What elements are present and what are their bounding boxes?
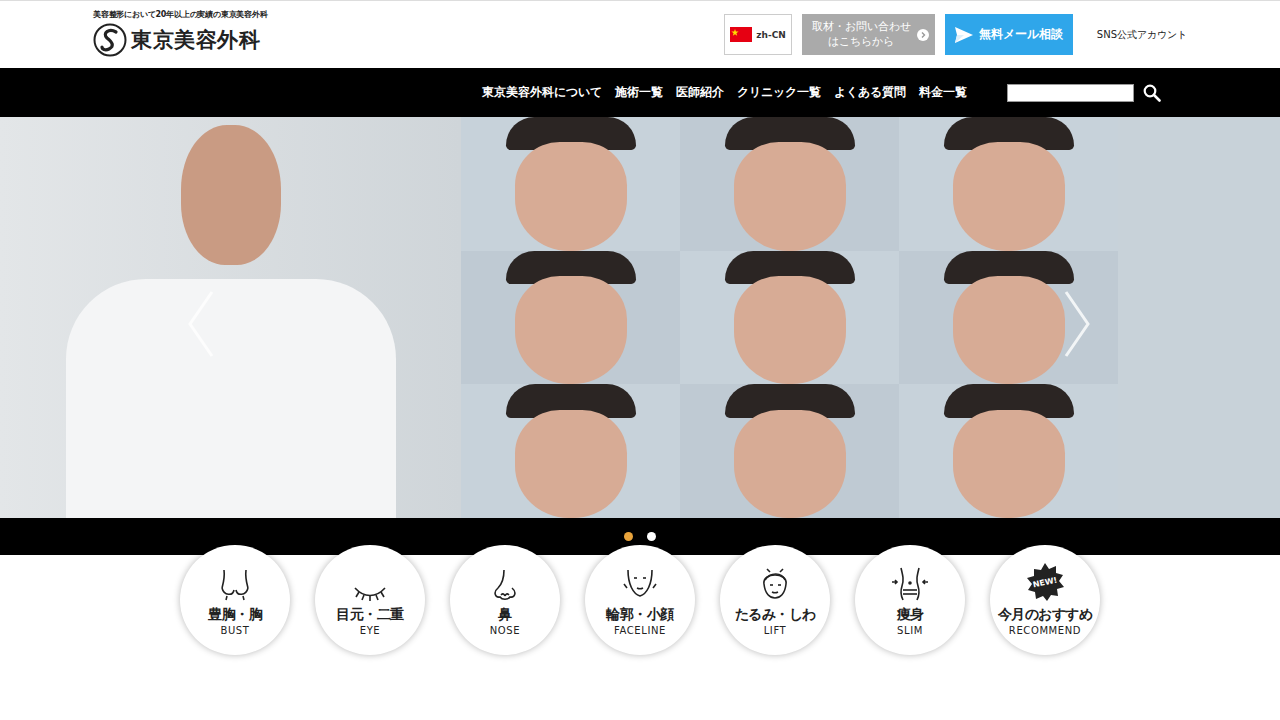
category-sub: EYE [360,625,381,636]
brand[interactable]: 美容整形において20年以上の実績の東京美容外科 東京美容外科 [93,13,268,57]
press-contact-button[interactable]: 取材・お問い合わせはこちらから [802,14,935,55]
hero-photo-grid [461,117,1118,518]
category-button[interactable]: 輪郭・小顔 FACELINE [585,545,695,655]
nav-item[interactable]: 東京美容外科について [482,84,602,101]
category-button[interactable]: NEW! 今月のおすすめ RECOMMEND [990,545,1100,655]
hero-photo-tile [899,384,1118,518]
category-label: 目元・二重 [336,606,404,624]
nav-item[interactable]: 料金一覧 [919,84,967,101]
hero-photo-tile [680,117,899,251]
category-sub: NOSE [490,625,520,636]
prev-arrow-icon[interactable] [186,290,216,358]
category-sub: RECOMMEND [1009,625,1081,636]
new-badge: NEW! [1021,558,1068,605]
hero-photo-tile [899,117,1118,251]
category-label: たるみ・しわ [735,606,816,624]
eyelash-icon [352,578,388,602]
arrow-circle-icon [917,29,929,41]
next-arrow-icon[interactable] [1062,290,1092,358]
carousel-dot[interactable] [647,532,656,541]
china-flag-icon [730,27,752,42]
hero-photo [0,117,461,518]
language-button[interactable]: zh-CN [724,14,792,55]
tagline: 美容整形において20年以上の実績の東京美容外科 [93,9,268,20]
category-label: 豊胸・胸 [208,606,262,624]
logo: 東京美容外科 [131,26,260,54]
logo-icon [93,23,127,57]
category-sub: LIFT [764,625,787,636]
page: 美容整形において20年以上の実績の東京美容外科 東京美容外科 zh-CN 取材・… [0,0,1280,720]
sns-link[interactable]: SNS公式アカウント [1097,28,1187,42]
hero-photo-tile [680,384,899,518]
hero-photo-tile [461,251,680,385]
nav-item[interactable]: クリニック一覧 [737,84,821,101]
nav-item[interactable]: よくある質問 [834,84,906,101]
category-sub: BUST [220,625,249,636]
carousel-dot[interactable] [624,532,633,541]
hero-photo-tile [680,251,899,385]
header: 美容整形において20年以上の実績の東京美容外科 東京美容外科 zh-CN 取材・… [0,0,1280,68]
category-list: 豊胸・胸 BUST 目元・二重 EYE 鼻 NOSE 輪郭・小顔 FACELIN… [0,545,1280,655]
category-sub: SLIM [897,625,923,636]
hero-carousel [0,117,1280,518]
lift-face-icon [758,566,792,602]
hero-photo-tile [461,384,680,518]
paper-plane-icon [955,27,973,43]
category-button[interactable]: 鼻 NOSE [450,545,560,655]
category-label: 痩身 [897,606,924,624]
nav-item[interactable]: 施術一覧 [615,84,663,101]
search [1007,84,1161,102]
nav-item[interactable]: 医師紹介 [676,84,724,101]
faceline-icon [623,568,657,602]
category-button[interactable]: たるみ・しわ LIFT [720,545,830,655]
mail-consult-button[interactable]: 無料メール相談 [945,14,1073,55]
hero-photo-tile [461,117,680,251]
slim-waist-icon [891,566,929,602]
search-icon[interactable] [1143,84,1161,102]
category-label: 輪郭・小顔 [606,606,674,624]
search-input[interactable] [1007,84,1134,102]
category-label: 今月のおすすめ [998,606,1093,624]
category-button[interactable]: 目元・二重 EYE [315,545,425,655]
nose-icon [490,568,520,602]
main-nav: 東京美容外科について施術一覧医師紹介クリニック一覧よくある質問料金一覧 [0,68,1280,117]
category-sub: FACELINE [614,625,666,636]
bust-icon [218,568,252,602]
category-label: 鼻 [498,606,512,624]
category-button[interactable]: 豊胸・胸 BUST [180,545,290,655]
category-button[interactable]: 痩身 SLIM [855,545,965,655]
